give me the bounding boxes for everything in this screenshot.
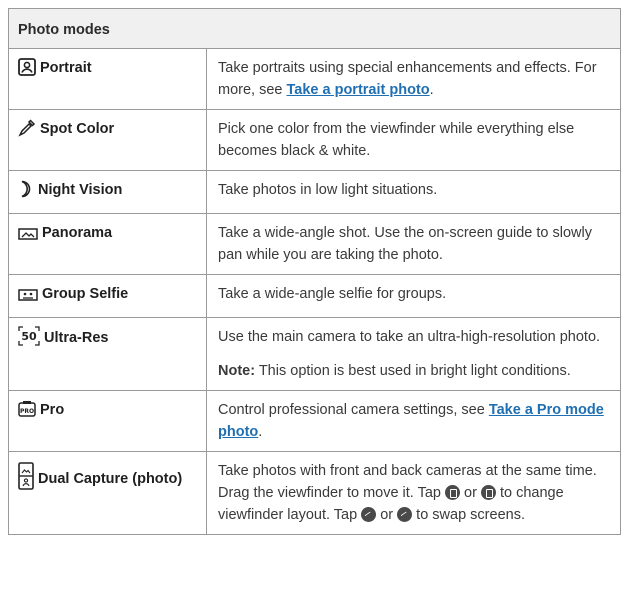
layout-toggle-icon	[445, 485, 461, 500]
table-row: Spot Color Pick one color from the viewf…	[8, 109, 621, 171]
mode-name: Portrait	[40, 60, 92, 76]
dual-capture-icon	[18, 462, 34, 497]
mode-name: Group Selfie	[42, 286, 129, 302]
mode-name: Panorama	[42, 225, 113, 241]
panorama-icon	[18, 226, 38, 248]
swap-screens-alt-icon	[397, 507, 413, 522]
table-row: Group Selfie Take a wide-angle selfie fo…	[8, 274, 621, 318]
portrait-icon	[18, 58, 36, 83]
moon-icon	[18, 180, 34, 205]
ultra-res-icon: 50	[18, 326, 40, 353]
mode-name: Night Vision	[38, 182, 123, 198]
note-label: Note:	[218, 363, 256, 379]
photo-modes-table: Photo modes Portrait Take portraits usin…	[8, 8, 621, 535]
mode-name: Dual Capture (photo)	[38, 471, 183, 487]
swap-screens-icon	[361, 507, 377, 522]
table-row: PRO Pro Control professional camera sett…	[8, 390, 621, 452]
table-row: Night Vision Take photos in low light si…	[8, 170, 621, 214]
svg-text:50: 50	[21, 330, 37, 343]
table-header: Photo modes	[8, 8, 621, 49]
mode-name: Spot Color	[40, 121, 115, 137]
svg-text:PRO: PRO	[20, 408, 34, 415]
mode-name: Pro	[40, 402, 65, 418]
table-row: 50 Ultra-Res Use the main camera to take…	[8, 317, 621, 391]
pro-icon: PRO	[18, 400, 36, 425]
mode-name: Ultra-Res	[44, 330, 109, 346]
group-selfie-icon	[18, 287, 38, 309]
portrait-photo-link[interactable]: Take a portrait photo	[287, 82, 430, 98]
layout-toggle-alt-icon	[480, 485, 496, 500]
eyedropper-icon	[18, 119, 36, 144]
table-row: Dual Capture (photo) Take photos with fr…	[8, 451, 621, 535]
table-row: Portrait Take portraits using special en…	[8, 48, 621, 110]
table-row: Panorama Take a wide-angle shot. Use the…	[8, 213, 621, 275]
